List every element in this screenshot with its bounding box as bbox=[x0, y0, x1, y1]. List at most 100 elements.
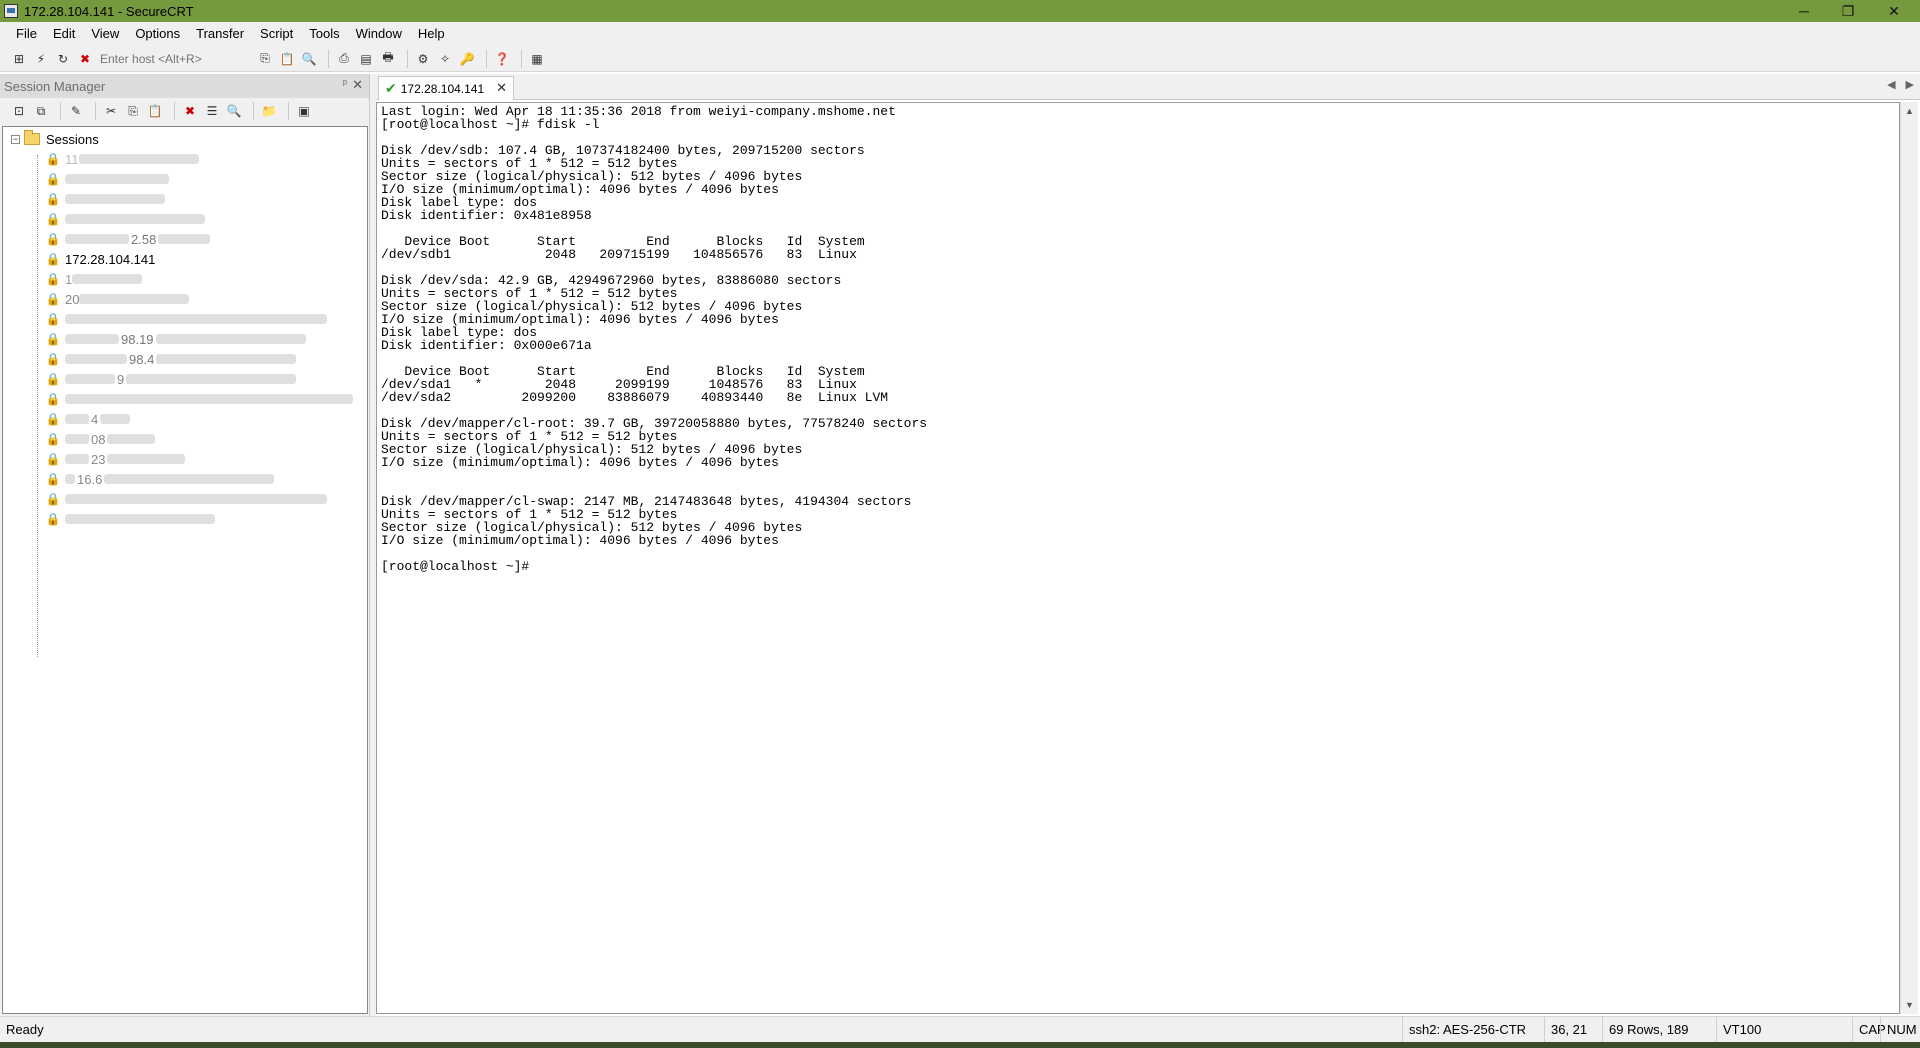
session-item[interactable]: 🔒 98.19 bbox=[3, 329, 367, 349]
menu-options[interactable]: Options bbox=[127, 22, 188, 46]
log-icon[interactable]: 🖶 bbox=[379, 50, 397, 68]
tab-label: 172.28.104.141 bbox=[400, 81, 485, 96]
copy-session-icon[interactable]: ⎘ bbox=[124, 102, 142, 120]
session-icon: 🔒 bbox=[45, 252, 61, 266]
session-item[interactable]: 🔒 9 bbox=[3, 369, 367, 389]
close-window-button[interactable]: ✕ bbox=[1872, 0, 1916, 22]
session-tab-bar: ✔ 172.28.104.141 ✕ ◀ ▶ bbox=[376, 74, 1920, 100]
tab-scroll-left-icon[interactable]: ◀ bbox=[1887, 78, 1895, 91]
connect-tab-icon[interactable]: ⧉ bbox=[32, 102, 50, 120]
session-icon: 🔒 bbox=[45, 152, 61, 166]
tab-scroll-right-icon[interactable]: ▶ bbox=[1906, 78, 1914, 91]
print-icon[interactable]: ⎙ bbox=[335, 50, 353, 68]
menu-file[interactable]: File bbox=[8, 22, 45, 46]
title-bar: 172.28.104.141 - SecureCRT ─ ❐ ✕ bbox=[0, 0, 1920, 22]
redacted-label bbox=[126, 374, 297, 384]
session-item-172-28-104-141[interactable]: 🔒 172.28.104.141 bbox=[3, 249, 367, 269]
session-item[interactable]: 🔒 20 bbox=[3, 289, 367, 309]
menu-view[interactable]: View bbox=[83, 22, 127, 46]
sftp-icon[interactable]: ▦ bbox=[528, 50, 546, 68]
connect-icon[interactable]: ⊞ bbox=[10, 50, 28, 68]
toolbar-separator bbox=[174, 102, 175, 120]
disconnect-icon[interactable]: ✖ bbox=[76, 50, 94, 68]
session-manager-panel: Session Manager ᵖ ✕ ⊡ ⧉ ✎ ✂ ⎘ 📋 ✖ ☰ 🔍 📁 … bbox=[0, 74, 370, 1016]
show-all-icon[interactable]: ▣ bbox=[295, 102, 313, 120]
reconnect-icon[interactable]: ↻ bbox=[54, 50, 72, 68]
redacted-label bbox=[65, 394, 353, 404]
scroll-up-icon[interactable]: ▲ bbox=[1905, 106, 1914, 116]
session-item[interactable]: 🔒 4 bbox=[3, 409, 367, 429]
redacted-label bbox=[65, 434, 89, 444]
session-item[interactable]: 🔒 98.4 bbox=[3, 349, 367, 369]
terminal-view[interactable]: Last login: Wed Apr 18 11:35:36 2018 fro… bbox=[376, 102, 1900, 1014]
keymap-icon[interactable]: 🔑 bbox=[458, 50, 476, 68]
session-icon: 🔒 bbox=[45, 352, 61, 366]
redacted-label bbox=[65, 234, 129, 244]
redacted-label bbox=[65, 194, 165, 204]
session-item[interactable]: 🔒 bbox=[3, 509, 367, 529]
menu-script[interactable]: Script bbox=[252, 22, 301, 46]
find-session-icon[interactable]: 🔍 bbox=[225, 102, 243, 120]
menu-transfer[interactable]: Transfer bbox=[188, 22, 252, 46]
session-icon: 🔒 bbox=[45, 412, 61, 426]
delete-icon[interactable]: ✖ bbox=[181, 102, 199, 120]
close-panel-icon[interactable]: ✕ bbox=[352, 77, 363, 93]
session-item[interactable]: 🔒 bbox=[3, 389, 367, 409]
status-cipher: ssh2: AES-256-CTR bbox=[1402, 1017, 1544, 1043]
pin-icon[interactable]: ᵖ bbox=[343, 78, 347, 90]
scroll-down-icon[interactable]: ▼ bbox=[1905, 1000, 1914, 1010]
menu-window[interactable]: Window bbox=[348, 22, 410, 46]
session-item[interactable]: 🔒 08 bbox=[3, 429, 367, 449]
session-item[interactable]: 🔒 bbox=[3, 209, 367, 229]
toolbar-separator bbox=[486, 49, 487, 68]
tab-172-28-104-141[interactable]: ✔ 172.28.104.141 ✕ bbox=[378, 76, 514, 100]
host-input[interactable] bbox=[100, 49, 250, 68]
connect-session-icon[interactable]: ⊡ bbox=[10, 102, 28, 120]
session-item[interactable]: 🔒 23 bbox=[3, 449, 367, 469]
session-icon: 🔒 bbox=[45, 472, 61, 486]
menu-help[interactable]: Help bbox=[410, 22, 453, 46]
menu-bar: File Edit View Options Transfer Script T… bbox=[0, 22, 1920, 46]
session-item[interactable]: 🔒 1 bbox=[3, 269, 367, 289]
quick-connect-icon[interactable]: ⚡ bbox=[32, 50, 50, 68]
menu-tools[interactable]: Tools bbox=[301, 22, 347, 46]
session-item[interactable]: 🔒 2.58 bbox=[3, 229, 367, 249]
redacted-label bbox=[65, 454, 89, 464]
minimize-button[interactable]: ─ bbox=[1782, 0, 1826, 22]
redacted-label bbox=[79, 294, 190, 304]
find-icon[interactable]: 🔍 bbox=[300, 50, 318, 68]
status-ready: Ready bbox=[6, 1022, 44, 1037]
help-icon[interactable]: ❓ bbox=[493, 50, 511, 68]
copy-icon[interactable]: ⎘ bbox=[256, 50, 274, 68]
session-icon: 🔒 bbox=[45, 232, 61, 246]
collapse-icon[interactable]: − bbox=[11, 134, 20, 144]
tree-root-sessions[interactable]: − Sessions bbox=[3, 129, 367, 149]
global-options-icon[interactable]: ✧ bbox=[436, 50, 454, 68]
redacted-label bbox=[72, 274, 143, 284]
toolbar-separator bbox=[407, 49, 408, 68]
paste-icon[interactable]: 📋 bbox=[278, 50, 296, 68]
session-options-icon[interactable]: ⚙ bbox=[414, 50, 432, 68]
session-icon: 🔒 bbox=[45, 272, 61, 286]
terminal-scrollbar[interactable]: ▲ ▼ bbox=[1900, 102, 1918, 1014]
redacted-label bbox=[107, 454, 186, 464]
paste-session-icon[interactable]: 📋 bbox=[146, 102, 164, 120]
redacted-label bbox=[155, 334, 306, 344]
session-item[interactable]: 🔒 bbox=[3, 189, 367, 209]
redacted-label bbox=[65, 374, 115, 384]
menu-edit[interactable]: Edit bbox=[45, 22, 83, 46]
window-title: 172.28.104.141 - SecureCRT bbox=[24, 3, 194, 19]
session-item[interactable]: 🔒 11 bbox=[3, 149, 367, 169]
session-item[interactable]: 🔒 16.6 bbox=[3, 469, 367, 489]
print-setup-icon[interactable]: ▤ bbox=[357, 50, 375, 68]
cut-icon[interactable]: ✂ bbox=[102, 102, 120, 120]
new-folder-icon[interactable]: 📁 bbox=[260, 102, 278, 120]
session-item[interactable]: 🔒 bbox=[3, 489, 367, 509]
close-tab-icon[interactable]: ✕ bbox=[496, 80, 507, 96]
new-session-icon[interactable]: ✎ bbox=[67, 102, 85, 120]
session-item[interactable]: 🔒 bbox=[3, 169, 367, 189]
properties-icon[interactable]: ☰ bbox=[203, 102, 221, 120]
session-item[interactable]: 🔒 bbox=[3, 309, 367, 329]
restore-button[interactable]: ❐ bbox=[1826, 0, 1870, 22]
connected-check-icon: ✔ bbox=[385, 80, 397, 96]
